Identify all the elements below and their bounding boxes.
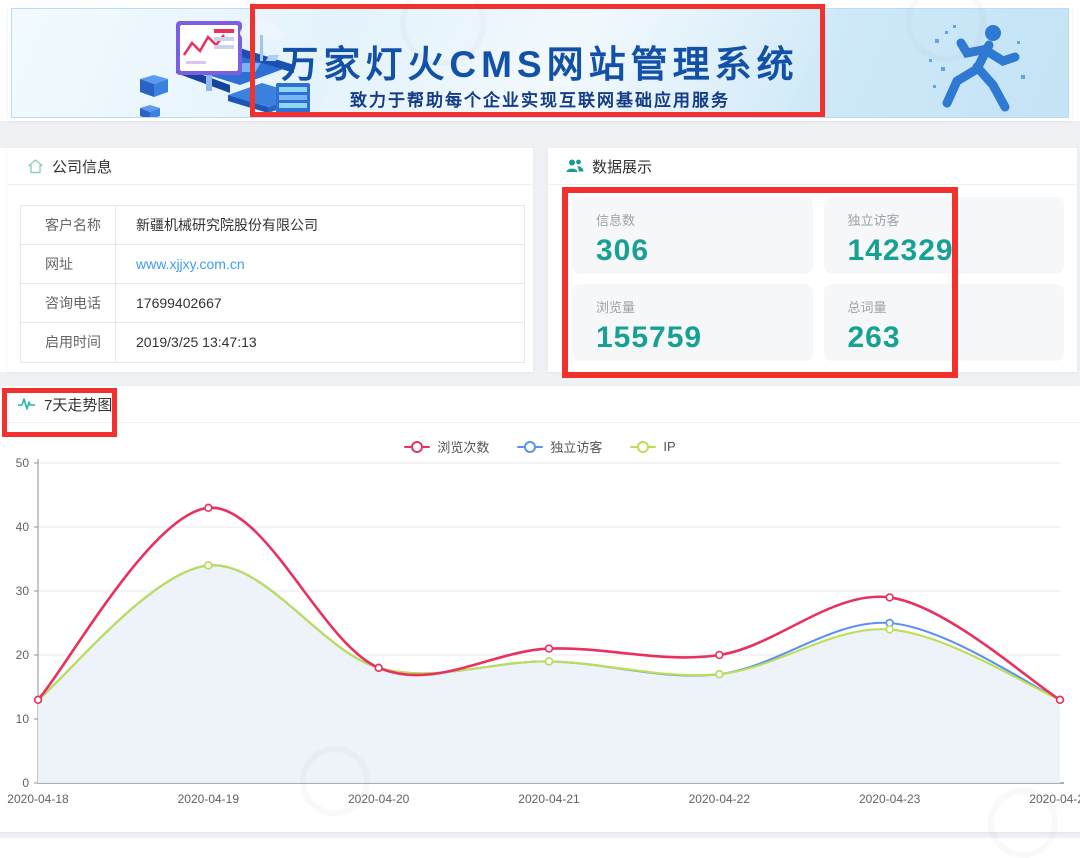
stats-grid: 信息数 306 独立访客 142329 浏览量 155759 总词量 263: [572, 197, 1064, 361]
company-info-title: 公司信息: [52, 156, 112, 177]
trend-chart-svg: 0 10 20 30 40 50 2020-04-18 2020-04-19 2020-04-2…: [0, 455, 1080, 832]
stat-card-unique-visitors: 独立访客 142329: [824, 197, 1065, 274]
stat-label: 信息数: [596, 210, 813, 229]
stat-label: 浏览量: [596, 297, 813, 316]
company-info-table: 客户名称 新疆机械研究院股份有限公司 网址 www.xjjxy.com.cn 咨…: [20, 205, 525, 363]
home-icon: [26, 157, 44, 175]
x-tick-label: 2020-04-18: [7, 792, 69, 806]
y-tick-label: 30: [16, 584, 30, 598]
legend-label: 浏览次数: [437, 437, 489, 456]
page-gap: [0, 372, 1080, 386]
y-tick-label: 10: [16, 712, 30, 726]
data-point-0: [1057, 696, 1064, 703]
row-label: 客户名称: [21, 206, 116, 244]
row-label: 咨询电话: [21, 284, 116, 322]
x-tick-label: 2020-04-24: [1029, 792, 1080, 806]
data-point-0: [546, 645, 553, 652]
data-point-0: [35, 696, 42, 703]
table-row: 启用时间 2019/3/25 13:47:13: [21, 323, 524, 362]
data-display-panel: 数据展示 信息数 306 独立访客 142329 浏览量 155759 总词量 …: [548, 148, 1077, 372]
y-tick-label: 50: [16, 456, 30, 470]
header-banner: 万家灯火CMS网站管理系统 致力于帮助每个企业实现互联网基础应用服务: [8, 5, 1072, 121]
banner-background: 万家灯火CMS网站管理系统 致力于帮助每个企业实现互联网基础应用服务: [11, 8, 1069, 118]
data-point-0: [886, 594, 893, 601]
app-subtitle: 致力于帮助每个企业实现互联网基础应用服务: [12, 86, 1068, 111]
x-tick-label: 2020-04-23: [859, 792, 921, 806]
x-tick-label: 2020-04-22: [689, 792, 751, 806]
data-point-2: [886, 626, 893, 633]
page-gap: [0, 832, 1080, 838]
data-point-2: [205, 562, 212, 569]
data-point-0: [205, 504, 212, 511]
row-value: www.xjjxy.com.cn: [116, 245, 524, 283]
legend-marker: [630, 446, 656, 448]
legend-marker: [517, 446, 543, 448]
data-point-2: [546, 658, 553, 665]
website-link[interactable]: www.xjjxy.com.cn: [136, 256, 245, 272]
row-label: 启用时间: [21, 323, 116, 362]
y-tick-label: 20: [16, 648, 30, 662]
data-point-0: [375, 664, 382, 671]
data-display-title: 数据展示: [592, 156, 652, 177]
runner-illustration: [917, 15, 1047, 118]
page-gap: [0, 121, 1080, 148]
users-icon: [566, 157, 584, 175]
table-row: 网址 www.xjjxy.com.cn: [21, 245, 524, 284]
trend-chart-header: 7天走势图: [0, 386, 1080, 423]
table-row: 客户名称 新疆机械研究院股份有限公司: [21, 206, 524, 245]
legend-label: 独立访客: [550, 437, 602, 456]
area-fill-2: [38, 565, 1060, 783]
stat-value: 306: [596, 234, 813, 268]
stat-label: 总词量: [848, 297, 1065, 316]
stat-label: 独立访客: [848, 210, 1065, 229]
y-tick-label: 40: [16, 520, 30, 534]
stat-card-pageviews: 浏览量 155759: [572, 284, 813, 361]
pulse-icon: [18, 395, 36, 413]
legend-item-pageview-count[interactable]: 浏览次数: [404, 437, 489, 456]
app-title: 万家灯火CMS网站管理系统: [12, 34, 1068, 88]
company-info-header: 公司信息: [8, 148, 533, 185]
data-point-2: [716, 671, 723, 678]
x-tick-label: 2020-04-21: [518, 792, 580, 806]
chart-legend: 浏览次数 独立访客 IP: [0, 437, 1080, 456]
stat-value: 263: [848, 321, 1065, 355]
legend-label: IP: [663, 439, 675, 454]
page-gap: [533, 148, 548, 372]
company-info-panel: 公司信息 客户名称 新疆机械研究院股份有限公司 网址 www.xjjxy.com…: [8, 148, 533, 372]
row-value: 新疆机械研究院股份有限公司: [116, 206, 524, 244]
row-value: 2019/3/25 13:47:13: [116, 323, 524, 362]
x-tick-label: 2020-04-19: [178, 792, 240, 806]
stat-card-total-words: 总词量 263: [824, 284, 1065, 361]
trend-chart-panel: 7天走势图 浏览次数 独立访客 IP 0 10 20 30 40 50 2020-04-18…: [0, 386, 1080, 832]
x-tick-label: 2020-04-20: [348, 792, 410, 806]
stat-value: 142329: [848, 234, 1065, 268]
data-display-header: 数据展示: [548, 148, 1077, 185]
legend-marker: [404, 446, 430, 448]
trend-chart-title: 7天走势图: [44, 394, 112, 415]
row-value: 17699402667: [116, 284, 524, 322]
table-row: 咨询电话 17699402667: [21, 284, 524, 323]
data-point-0: [716, 652, 723, 659]
legend-item-ip[interactable]: IP: [630, 439, 675, 454]
legend-item-unique-visitors[interactable]: 独立访客: [517, 437, 602, 456]
stat-value: 155759: [596, 321, 813, 355]
stat-card-info-count: 信息数 306: [572, 197, 813, 274]
y-tick-label: 0: [22, 776, 29, 790]
row-label: 网址: [21, 245, 116, 283]
